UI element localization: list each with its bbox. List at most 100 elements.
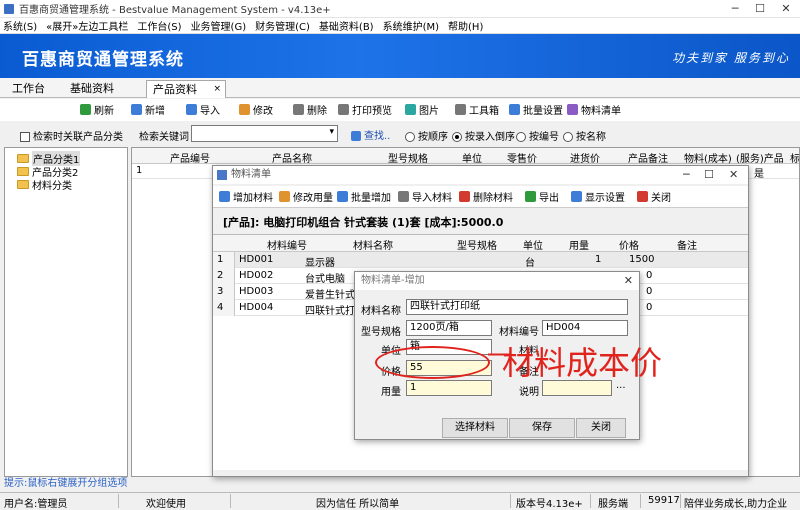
column-header[interactable]: 型号规格 (457, 237, 497, 252)
desc-label: 说明 (519, 387, 539, 398)
toolbox-button[interactable]: 工具箱 (455, 102, 499, 117)
tab-product-data[interactable]: 产品资料 × (146, 80, 226, 98)
display-settings-label: 显示设置 (585, 193, 625, 204)
checkbox-label: 检索时关联产品分类 (33, 132, 123, 143)
column-header[interactable]: 型号规格 (388, 150, 428, 165)
bom-button[interactable]: 物料清单 (567, 102, 621, 117)
tab-basic-data[interactable]: 基础资料 (64, 80, 120, 98)
column-header[interactable]: 产品编号 (170, 150, 210, 165)
material-price: 0 (646, 270, 653, 281)
batch-add-button[interactable]: 批量增加 (337, 189, 391, 204)
minimize-icon[interactable]: ─ (725, 2, 745, 15)
material-name-field[interactable]: 四联针式打印纸 (406, 299, 628, 315)
column-header[interactable]: 进货价 (570, 150, 600, 165)
save-button[interactable]: 保存 (509, 418, 575, 438)
column-header[interactable]: 产品名称 (272, 150, 312, 165)
delete-material-label: 删除材料 (473, 193, 513, 204)
material-code: HD002 (239, 270, 274, 281)
menu-system[interactable]: 系统(S) (3, 18, 37, 33)
menu-basic-data[interactable]: 基础资料(B) (319, 18, 374, 33)
close-icon[interactable]: ✕ (624, 272, 633, 290)
bom-toolbar: 增加材料 修改用量 批量增加 导入材料 删除材料 导出 显示设置 关闭 (213, 186, 748, 208)
column-header[interactable]: 产品备注 (628, 150, 668, 165)
sort-by-order[interactable]: 按顺序 (405, 128, 448, 143)
minimize-icon[interactable]: ─ (683, 166, 690, 184)
menu-workbench[interactable]: 工作台(S) (137, 18, 181, 33)
material-name: 台式电脑 (305, 274, 345, 285)
category-tree: 产品分类1 产品分类2 材料分类 (4, 147, 128, 477)
edit-icon (279, 191, 290, 202)
sort-by-name[interactable]: 按名称 (563, 128, 606, 143)
close-icon[interactable]: ✕ (776, 2, 796, 15)
export-button[interactable]: 导出 (525, 189, 559, 204)
menu-finance[interactable]: 财务管理(C) (255, 18, 310, 33)
row-number: 4 (213, 300, 235, 316)
select-material-button[interactable]: 选择材料 (442, 418, 508, 438)
close-icon (637, 191, 648, 202)
tree-item[interactable]: 材料分类 (17, 177, 72, 192)
menu-help[interactable]: 帮助(H) (448, 18, 483, 33)
image-icon (405, 104, 416, 115)
edit-button[interactable]: 修改 (239, 102, 273, 117)
material-code: HD001 (239, 254, 274, 265)
print-preview-label: 打印预览 (352, 106, 392, 117)
radio-icon[interactable] (405, 132, 415, 142)
close-icon[interactable]: ✕ (729, 166, 738, 184)
find-button[interactable]: 查找.. (351, 127, 390, 142)
column-header[interactable]: 材料名称 (353, 237, 393, 252)
link-category-checkbox[interactable]: 检索时关联产品分类 (20, 128, 123, 143)
keyword-combobox[interactable]: ▾ (191, 125, 338, 142)
import-material-button[interactable]: 导入材料 (398, 189, 452, 204)
add-material-button[interactable]: 增加材料 (219, 189, 273, 204)
column-header[interactable]: 标 (790, 150, 799, 165)
column-header[interactable]: (服务)产品 (736, 150, 784, 165)
edit-qty-button[interactable]: 修改用量 (279, 189, 333, 204)
chevron-down-icon[interactable]: ▾ (329, 127, 334, 137)
delete-material-button[interactable]: 删除材料 (459, 189, 513, 204)
folder-icon (17, 167, 29, 176)
checkbox-box[interactable] (20, 132, 30, 142)
column-header[interactable]: 备注 (677, 237, 697, 252)
sort-by-code[interactable]: 按编号 (516, 128, 559, 143)
delete-button[interactable]: 删除 (293, 102, 327, 117)
import-button[interactable]: 导入 (186, 102, 220, 117)
batch-settings-button[interactable]: 批量设置 (509, 102, 563, 117)
status-bar: 用户名:管理员 欢迎使用 因为信任 所以简单 版本号4.13e+ 服务端 599… (0, 492, 800, 510)
column-header[interactable]: 单位 (462, 150, 482, 165)
sort-label: 按录入倒序 (465, 132, 515, 143)
column-header[interactable]: 价格 (619, 237, 639, 252)
table-row[interactable]: 1 HD001 显示器 台 1 1500 (213, 252, 748, 269)
column-header[interactable]: 材料编号 (267, 237, 307, 252)
menu-maintenance[interactable]: 系统维护(M) (383, 18, 439, 33)
column-header[interactable]: 物料(成本) (684, 150, 732, 165)
close-dialog-button[interactable]: 关闭 (637, 189, 671, 204)
plus-icon (219, 191, 230, 202)
column-header[interactable]: 用量 (569, 237, 589, 252)
column-header[interactable]: 单位 (523, 237, 543, 252)
tab-close-icon[interactable]: × (213, 81, 221, 98)
radio-icon[interactable] (516, 132, 526, 142)
maximize-icon[interactable]: ☐ (750, 2, 770, 15)
material-name-label: 材料名称 (361, 306, 401, 317)
maximize-icon[interactable]: ☐ (704, 166, 714, 184)
sort-by-entry-desc[interactable]: 按录入倒序 (452, 128, 515, 143)
tab-workbench[interactable]: 工作台 (6, 80, 51, 98)
batch-add-icon (337, 191, 348, 202)
close-button[interactable]: 关闭 (576, 418, 626, 438)
refresh-button[interactable]: 刷新 (80, 102, 114, 117)
column-header[interactable]: 零售价 (507, 150, 537, 165)
menu-toggle-left-toolbar[interactable]: «展开»左边工具栏 (46, 18, 128, 33)
tree-item-label: 材料分类 (32, 181, 72, 192)
display-settings-button[interactable]: 显示设置 (571, 189, 625, 204)
print-preview-button[interactable]: 打印预览 (338, 102, 392, 117)
radio-icon[interactable] (563, 132, 573, 142)
code-field[interactable]: HD004 (542, 320, 628, 336)
new-button[interactable]: 新增 (131, 102, 165, 117)
image-button[interactable]: 图片 (405, 102, 439, 117)
menu-business[interactable]: 业务管理(G) (191, 18, 247, 33)
gear-icon (571, 191, 582, 202)
radio-selected-icon[interactable] (452, 132, 462, 142)
dialog-icon (217, 170, 227, 180)
qty-field[interactable]: 1 (406, 380, 492, 396)
spec-field[interactable]: 1200页/箱 (406, 320, 492, 336)
